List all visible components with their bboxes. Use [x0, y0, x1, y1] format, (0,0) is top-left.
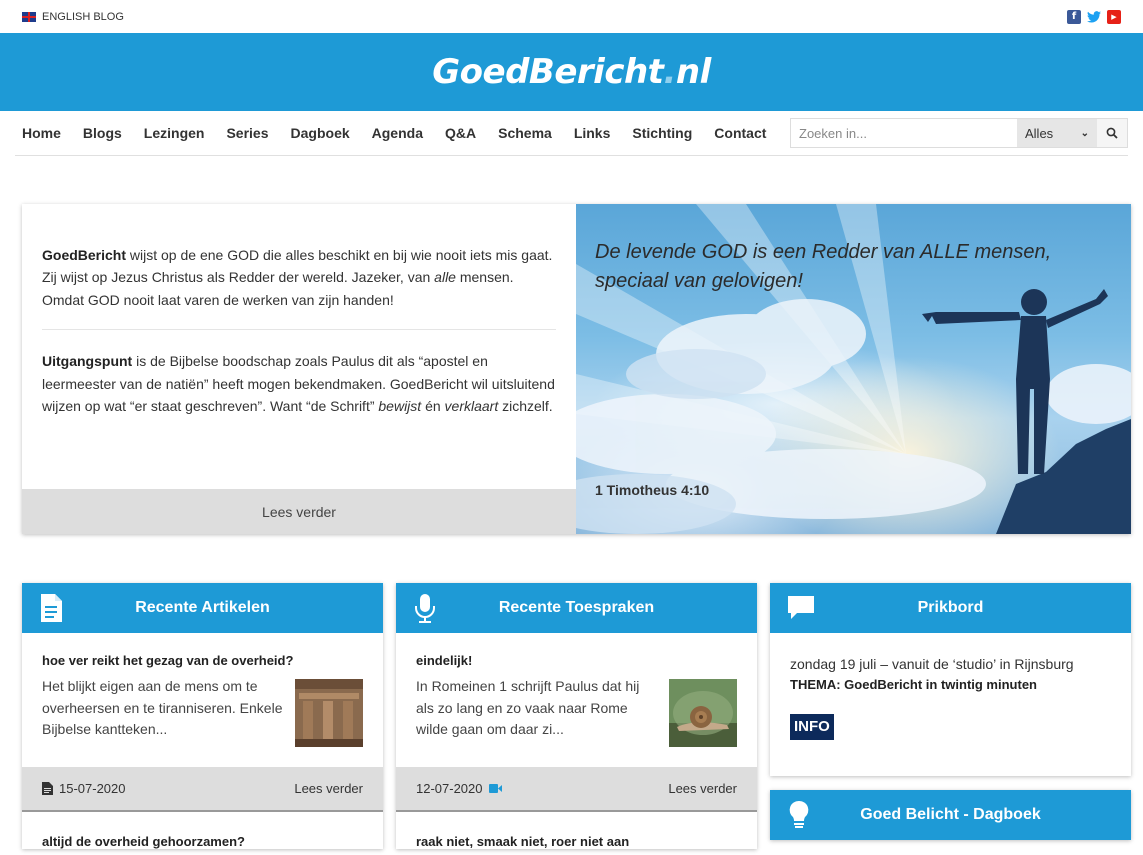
article-thumbnail[interactable] [295, 679, 363, 747]
talk-read-more[interactable]: Lees verder [668, 781, 737, 796]
article-read-more[interactable]: Lees verder [294, 781, 363, 796]
hero-section: GoedBericht wijst op de ene GOD die alle… [22, 204, 1131, 534]
search-icon [1106, 127, 1118, 139]
content-columns: Recente Artikelen hoe ver reikt het geza… [22, 583, 1131, 849]
hero-quote: De levende GOD is een Redder van ALLE me… [595, 241, 1052, 292]
talk-post-excerpt: In Romeinen 1 schrijft Paulus dat hij al… [416, 678, 640, 738]
info-badge[interactable]: INFO [790, 714, 834, 741]
dagboek-card: Goed Belicht - Dagboek [770, 790, 1131, 840]
social-links: f ▶ [1067, 9, 1121, 24]
chevron-down-icon: ⌄ [1080, 127, 1089, 139]
talks-header: Recente Toespraken [396, 583, 757, 633]
nav-item-dagboek[interactable]: Dagboek [280, 125, 361, 141]
site-banner: GoedBericht.nl [0, 33, 1143, 111]
document-icon [41, 594, 62, 622]
board-column: Prikbord zondag 19 juli – vanuit de ‘stu… [770, 583, 1131, 849]
nav-item-agenda[interactable]: Agenda [361, 125, 434, 141]
hero-read-more-button[interactable]: Lees verder [22, 489, 576, 534]
nav-item-links[interactable]: Links [563, 125, 622, 141]
site-logo[interactable]: GoedBericht.nl [432, 52, 711, 92]
article-post-date: 15-07-2020 [59, 781, 126, 796]
talk-post: eindelijk! In Romeinen 1 schrijft Paulus… [396, 633, 757, 767]
talks-title: Recente Toespraken [498, 599, 655, 616]
article-post-excerpt: Het blijkt eigen aan de mens om te overh… [42, 678, 283, 738]
article-post: hoe ver reikt het gezag van de overheid?… [22, 633, 383, 767]
nav-item-stichting[interactable]: Stichting [621, 125, 703, 141]
prikbord-title: Prikbord [917, 599, 984, 616]
talk-post-footer: 12-07-2020 Lees verder [396, 767, 757, 812]
video-camera-icon [488, 784, 502, 793]
article-post-title[interactable]: hoe ver reikt het gezag van de overheid? [42, 653, 363, 668]
articles-title: Recente Artikelen [135, 599, 270, 616]
nav-item-blogs[interactable]: Blogs [72, 125, 133, 141]
dagboek-title: Goed Belicht - Dagboek [860, 806, 1041, 823]
article-next-title[interactable]: altijd de overheid gehoorzamen? [22, 812, 383, 849]
prikbord-body: zondag 19 juli – vanuit de ‘studio’ in R… [770, 633, 1131, 776]
hero-image: De levende GOD is een Redder van ALLE me… [576, 204, 1131, 534]
nav-item-lezingen[interactable]: Lezingen [133, 125, 216, 141]
document-small-icon [42, 782, 53, 795]
dagboek-header: Goed Belicht - Dagboek [770, 790, 1131, 840]
articles-column: Recente Artikelen hoe ver reikt het geza… [22, 583, 383, 849]
speech-bubble-icon [788, 596, 814, 619]
prikbord-line: zondag 19 juli – vanuit de ‘studio’ in R… [790, 656, 1074, 672]
search-input[interactable] [791, 119, 1017, 147]
search-bar: Alles ⌄ [790, 118, 1128, 148]
youtube-icon[interactable]: ▶ [1107, 9, 1121, 24]
intro-paragraph-1: GoedBericht wijst op de ene GOD die alle… [42, 247, 553, 308]
talk-post-title[interactable]: eindelijk! [416, 653, 737, 668]
search-scope-select[interactable]: Alles ⌄ [1017, 119, 1097, 147]
nav-item-qa[interactable]: Q&A [434, 125, 487, 141]
prikbord-header: Prikbord [770, 583, 1131, 633]
prikbord-card: Prikbord zondag 19 juli – vanuit de ‘stu… [770, 583, 1131, 776]
nav-item-schema[interactable]: Schema [487, 125, 563, 141]
articles-card: Recente Artikelen hoe ver reikt het geza… [22, 583, 383, 849]
lightbulb-icon [789, 800, 809, 828]
top-bar: ENGLISH BLOG f ▶ [0, 0, 1143, 33]
search-button[interactable] [1097, 119, 1127, 147]
uk-flag-icon [22, 11, 36, 22]
english-blog-link[interactable]: ENGLISH BLOG [22, 11, 124, 23]
search-scope-value: Alles [1025, 125, 1054, 141]
talk-post-date: 12-07-2020 [416, 781, 483, 796]
main-nav: Home Blogs Lezingen Series Dagboek Agend… [15, 111, 1128, 156]
talk-thumbnail[interactable] [669, 679, 737, 747]
microphone-icon [415, 594, 435, 623]
intro-paragraph-2: Uitgangspunt is de Bijbelse boodschap zo… [42, 353, 555, 414]
nav-item-contact[interactable]: Contact [703, 125, 777, 141]
facebook-icon[interactable]: f [1067, 9, 1081, 24]
twitter-icon[interactable] [1087, 10, 1101, 24]
nav-item-series[interactable]: Series [215, 125, 279, 141]
articles-header: Recente Artikelen [22, 583, 383, 633]
nav-item-home[interactable]: Home [15, 125, 72, 141]
talks-card: Recente Toespraken eindelijk! In Romeine… [396, 583, 757, 849]
talk-next-title[interactable]: raak niet, smaak niet, roer niet aan [396, 812, 757, 849]
hero-intro: GoedBericht wijst op de ene GOD die alle… [22, 204, 576, 534]
talks-column: Recente Toespraken eindelijk! In Romeine… [396, 583, 757, 849]
prikbord-thema: THEMA: GoedBericht in twintig minuten [790, 677, 1037, 693]
article-post-footer: 15-07-2020 Lees verder [22, 767, 383, 812]
hero-reference: 1 Timotheus 4:10 [595, 482, 710, 498]
intro-divider [42, 329, 556, 331]
english-blog-label: ENGLISH BLOG [42, 10, 124, 23]
